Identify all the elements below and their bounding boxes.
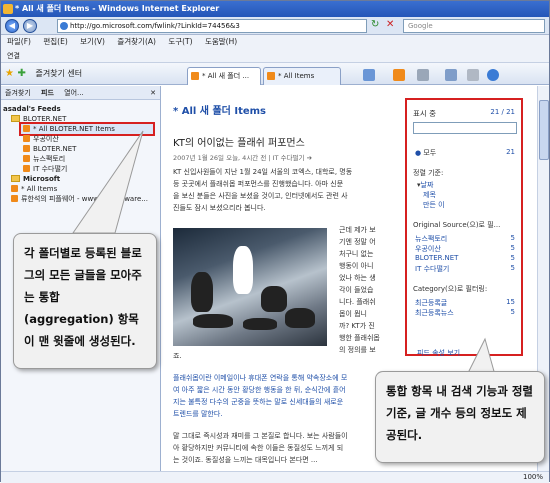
add-favorite-icon[interactable]: ✚ — [18, 68, 26, 79]
menu-file[interactable]: 파일(F) — [7, 37, 31, 46]
feed-search-input[interactable] — [413, 122, 517, 134]
status-bar: 100% — [1, 471, 549, 483]
pane-tab-feeds[interactable]: 피드 — [41, 89, 54, 97]
back-button[interactable]: ◀ — [5, 19, 19, 33]
menu-edit[interactable]: 편집(E) — [43, 37, 67, 46]
source-item[interactable]: 우공이산 — [415, 244, 441, 254]
pane-tab-favorites[interactable]: 즐겨찾기 — [5, 89, 31, 97]
filter-panel: 표시 중 21 / 21 ● 모두 21 정렬 기준: ▾날짜 제목 만든 이 … — [405, 98, 523, 356]
filter-all-count: 21 — [506, 148, 515, 156]
post-meta: 2007년 1월 26일 오늘, 4시간 전 | IT 수다떨기 ➔ — [173, 154, 313, 162]
forward-button[interactable]: ▶ — [23, 19, 37, 33]
favorites-label: 즐겨찾기 센터 — [35, 69, 83, 78]
feed-icon — [23, 135, 30, 142]
source-count: 5 — [510, 264, 515, 272]
source-item[interactable]: BLOTER.NET — [415, 254, 458, 262]
rss-icon[interactable] — [393, 69, 405, 81]
pane-tab-history[interactable]: 열어... — [64, 89, 84, 97]
post-title[interactable]: KT의 어이없는 플래쉬 퍼포먼스 — [173, 134, 305, 149]
feed-icon — [11, 185, 18, 192]
links-label[interactable]: 연결 — [7, 52, 20, 60]
category-count: 5 — [510, 308, 515, 316]
title-bar: * All 새 폴더 Items - Windows Internet Expl… — [1, 1, 549, 17]
links-bar: 연결 — [1, 49, 549, 63]
feed-icon — [11, 195, 18, 202]
refresh-stop-group: ↻ ✕ — [371, 19, 401, 33]
category-item[interactable]: 최근등록뉴스 — [415, 308, 454, 318]
callout-pointer-left — [72, 130, 144, 234]
page-menu-icon[interactable] — [445, 69, 457, 81]
refresh-icon[interactable]: ↻ — [371, 19, 379, 30]
sort-author[interactable]: 만든 이 — [423, 200, 445, 210]
post-paragraph-2-end: 죠. — [173, 352, 182, 360]
source-label: Original Source(으)로 필... — [413, 221, 501, 229]
source-count: 5 — [510, 244, 515, 252]
filter-all[interactable]: ● 모두 — [415, 148, 436, 158]
close-icon[interactable]: ✕ — [150, 86, 156, 100]
window-title: * All 새 폴더 Items - Windows Internet Expl… — [15, 4, 220, 13]
display-label: 표시 중 — [413, 109, 437, 118]
source-count: 5 — [510, 234, 515, 242]
feed-properties-link[interactable]: 피드 속성 보기 — [417, 348, 460, 358]
menu-view[interactable]: 보기(V) — [80, 37, 105, 46]
page-icon — [60, 22, 68, 30]
help-icon[interactable] — [487, 69, 499, 81]
folder-icon — [11, 115, 20, 122]
post-photo — [173, 228, 327, 346]
url-input[interactable]: http://go.microsoft.com/fwlink/?LinkId=7… — [57, 19, 367, 33]
stop-icon[interactable]: ✕ — [386, 19, 394, 30]
feed-icon — [23, 165, 30, 172]
source-item[interactable]: IT 수다떨기 — [415, 264, 449, 274]
feed-title: * All 새 폴더 Items — [173, 106, 267, 117]
menu-favorites[interactable]: 즐겨찾기(A) — [117, 37, 156, 46]
category-item[interactable]: 최근등록글 — [415, 298, 447, 308]
tab-all-items[interactable]: * All Items — [263, 67, 341, 85]
zoom-level[interactable]: 100% — [523, 473, 543, 481]
ie-icon — [3, 4, 13, 14]
url-text: http://go.microsoft.com/fwlink/?LinkId=7… — [70, 22, 240, 30]
feed-icon — [23, 145, 30, 152]
post-paragraph-1: KT 신입사원들이 지난 1월 24일 서울의 코엑스, 대학로, 명동 등 곳… — [173, 168, 353, 212]
address-bar: ◀ ▶ http://go.microsoft.com/fwlink/?Link… — [1, 17, 549, 35]
pane-header: 즐겨찾기 피드 열어... ✕ — [1, 86, 160, 100]
print-icon[interactable] — [417, 69, 429, 81]
source-item[interactable]: 뉴스팩토리 — [415, 234, 447, 244]
tools-menu-icon[interactable] — [467, 69, 479, 81]
annotation-right: 통합 항목 내 검색 기능과 정렬 기준, 글 개수 등의 정보도 제공된다. — [375, 371, 545, 463]
menu-help[interactable]: 도움말(H) — [205, 37, 237, 46]
category-label: Category(으)로 필터링: — [413, 285, 488, 293]
feed-icon — [23, 155, 30, 162]
annotation-left: 각 폴더별로 등록된 블로그의 모든 글들을 모아주는 통합 (aggregat… — [13, 233, 157, 369]
star-icon: ★ — [5, 68, 14, 79]
tree-root[interactable]: asadal's Feeds — [3, 104, 158, 114]
scrollbar-thumb[interactable] — [539, 100, 549, 160]
home-icon[interactable] — [363, 69, 375, 81]
menu-tools[interactable]: 도구(T) — [168, 37, 192, 46]
feed-icon — [191, 72, 199, 80]
search-input[interactable]: Google — [403, 19, 545, 33]
tab-all-folder[interactable]: * All 새 폴더 ... — [187, 67, 261, 85]
sort-date[interactable]: ▾날짜 — [417, 180, 433, 190]
sort-title[interactable]: 제목 — [423, 190, 436, 200]
display-count: 21 / 21 — [490, 108, 515, 116]
post-paragraph-2: 근데 제가 보 기엔 정말 어 처구니 없는 행동이 아니 었나 하는 생 각이… — [339, 226, 380, 354]
menu-bar: 파일(F) 편집(E) 보기(V) 즐겨찾기(A) 도구(T) 도움말(H) — [1, 35, 549, 49]
source-count: 5 — [510, 254, 515, 262]
browser-window: * All 새 폴더 Items - Windows Internet Expl… — [0, 0, 550, 483]
sort-label: 정렬 기준: — [413, 169, 444, 177]
tree-folder-bloter[interactable]: BLOTER.NET — [3, 114, 158, 124]
category-count: 15 — [506, 298, 515, 306]
favorites-center-button[interactable]: ★ ✚ 즐겨찾기 센터 — [5, 67, 82, 81]
feed-icon — [267, 72, 275, 80]
tab-row: ★ ✚ 즐겨찾기 센터 * All 새 폴더 ... * All Items — [1, 63, 549, 85]
folder-icon — [11, 175, 20, 182]
feed-icon — [23, 125, 30, 132]
